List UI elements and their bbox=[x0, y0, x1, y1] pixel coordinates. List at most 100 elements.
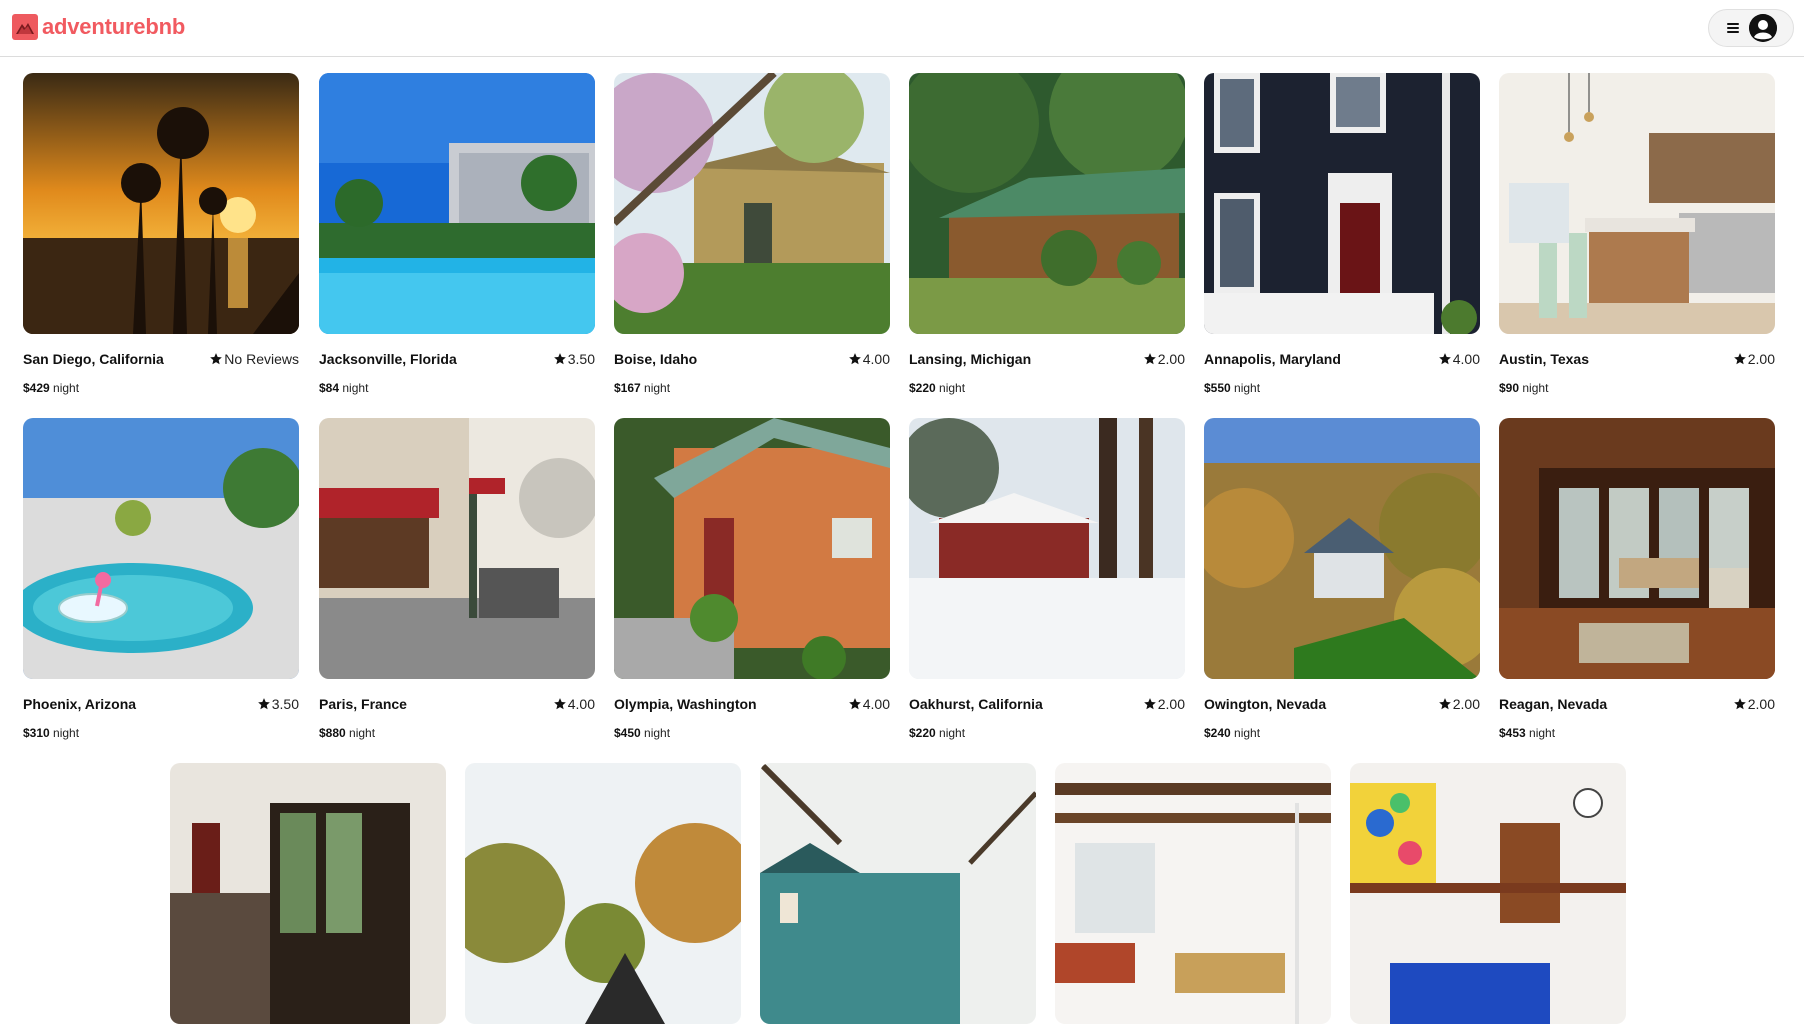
listing-card[interactable]: Olympia, Washington 4.00 $450 night bbox=[614, 418, 890, 740]
listing-card[interactable] bbox=[1055, 763, 1331, 1024]
hamburger-menu-icon bbox=[1727, 23, 1739, 33]
listing-photo[interactable] bbox=[319, 73, 595, 334]
listing-location[interactable]: Austin, Texas bbox=[1499, 351, 1589, 367]
listing-price-row: $450 night bbox=[614, 726, 890, 740]
listing-card[interactable]: Reagan, Nevada 2.00 $453 night bbox=[1499, 418, 1775, 740]
listing-price-row: $453 night bbox=[1499, 726, 1775, 740]
listing-location[interactable]: Lansing, Michigan bbox=[909, 351, 1031, 367]
user-menu-button[interactable] bbox=[1708, 9, 1794, 47]
listing-location[interactable]: Boise, Idaho bbox=[614, 351, 697, 367]
listing-rating: 4.00 bbox=[848, 351, 890, 367]
price-unit: night bbox=[644, 726, 671, 740]
listing-photo[interactable] bbox=[760, 763, 1036, 1024]
listing-rating: 3.50 bbox=[553, 351, 595, 367]
listing-price: $240 bbox=[1204, 726, 1231, 740]
brand-home-link[interactable]: adventurebnb bbox=[12, 14, 185, 40]
listing-photo[interactable] bbox=[614, 418, 890, 679]
listing-card[interactable]: Austin, Texas 2.00 $90 night bbox=[1499, 73, 1775, 395]
listing-rating: No Reviews bbox=[209, 351, 299, 367]
listing-header-row: Annapolis, Maryland 4.00 bbox=[1204, 350, 1480, 368]
top-nav-bar: adventurebnb bbox=[0, 0, 1804, 57]
listing-header-row: Lansing, Michigan 2.00 bbox=[909, 350, 1185, 368]
listing-rating: 2.00 bbox=[1438, 696, 1480, 712]
listing-card[interactable]: Annapolis, Maryland 4.00 $550 night bbox=[1204, 73, 1480, 395]
listing-card[interactable]: Paris, France 4.00 $880 night bbox=[319, 418, 595, 740]
listing-price-row: $310 night bbox=[23, 726, 299, 740]
listing-location[interactable]: Reagan, Nevada bbox=[1499, 696, 1607, 712]
listing-header-row: Reagan, Nevada 2.00 bbox=[1499, 695, 1775, 713]
listing-photo[interactable] bbox=[1204, 73, 1480, 334]
rating-value: 3.50 bbox=[271, 696, 299, 712]
listing-header-row: Paris, France 4.00 bbox=[319, 695, 595, 713]
rating-value: 4.00 bbox=[862, 696, 890, 712]
listing-card[interactable] bbox=[170, 763, 446, 1024]
listing-photo[interactable] bbox=[1204, 418, 1480, 679]
listing-photo[interactable] bbox=[23, 418, 299, 679]
price-unit: night bbox=[1234, 381, 1261, 395]
listing-location[interactable]: Phoenix, Arizona bbox=[23, 696, 136, 712]
listing-location[interactable]: Owington, Nevada bbox=[1204, 696, 1326, 712]
listing-photo[interactable] bbox=[1499, 418, 1775, 679]
listing-photo[interactable] bbox=[614, 73, 890, 334]
listing-header-row: Owington, Nevada 2.00 bbox=[1204, 695, 1480, 713]
listing-location[interactable]: Jacksonville, Florida bbox=[319, 351, 457, 367]
listing-card[interactable]: Owington, Nevada 2.00 $240 night bbox=[1204, 418, 1480, 740]
rating-value: 4.00 bbox=[862, 351, 890, 367]
listing-price: $450 bbox=[614, 726, 641, 740]
listing-photo[interactable] bbox=[170, 763, 446, 1024]
star-icon bbox=[210, 353, 223, 365]
listing-photo[interactable] bbox=[1055, 763, 1331, 1024]
listing-photo[interactable] bbox=[465, 763, 741, 1024]
listing-price: $880 bbox=[319, 726, 346, 740]
listing-photo[interactable] bbox=[319, 418, 595, 679]
listing-header-row: Boise, Idaho 4.00 bbox=[614, 350, 890, 368]
star-icon bbox=[1733, 698, 1746, 710]
star-icon bbox=[1733, 353, 1746, 365]
listing-photo[interactable] bbox=[909, 73, 1185, 334]
listing-card[interactable]: Lansing, Michigan 2.00 $220 night bbox=[909, 73, 1185, 395]
star-icon bbox=[848, 698, 861, 710]
listing-card[interactable] bbox=[465, 763, 741, 1024]
listing-photo[interactable] bbox=[23, 73, 299, 334]
listing-price: $220 bbox=[909, 381, 936, 395]
listing-card[interactable]: San Diego, California No Reviews $429 nigh… bbox=[23, 73, 299, 395]
listing-card[interactable] bbox=[760, 763, 1036, 1024]
price-unit: night bbox=[342, 381, 369, 395]
listing-header-row: San Diego, California No Reviews bbox=[23, 350, 299, 368]
listing-price: $550 bbox=[1204, 381, 1231, 395]
listing-rating: 2.00 bbox=[1143, 696, 1185, 712]
listing-location[interactable]: Oakhurst, California bbox=[909, 696, 1043, 712]
listing-location[interactable]: San Diego, California bbox=[23, 351, 164, 367]
rating-value: 2.00 bbox=[1747, 351, 1775, 367]
listing-photo[interactable] bbox=[1499, 73, 1775, 334]
user-avatar-icon bbox=[1749, 14, 1777, 42]
listing-location[interactable]: Annapolis, Maryland bbox=[1204, 351, 1341, 367]
star-icon bbox=[1438, 353, 1451, 365]
listing-price-row: $90 night bbox=[1499, 381, 1775, 395]
star-icon bbox=[257, 698, 270, 710]
listing-header-row: Austin, Texas 2.00 bbox=[1499, 350, 1775, 368]
price-unit: night bbox=[939, 381, 966, 395]
listing-photo[interactable] bbox=[1350, 763, 1626, 1024]
star-icon bbox=[553, 698, 566, 710]
listing-photo[interactable] bbox=[909, 418, 1185, 679]
rating-value: 2.00 bbox=[1452, 696, 1480, 712]
listing-location[interactable]: Olympia, Washington bbox=[614, 696, 757, 712]
listing-price-row: $220 night bbox=[909, 726, 1185, 740]
star-icon bbox=[553, 353, 566, 365]
listing-card[interactable] bbox=[1350, 763, 1626, 1024]
listing-card[interactable]: Jacksonville, Florida 3.50 $84 night bbox=[319, 73, 595, 395]
rating-value: 2.00 bbox=[1157, 351, 1185, 367]
rating-value: No Reviews bbox=[224, 351, 299, 367]
listing-rating: 4.00 bbox=[1438, 351, 1480, 367]
listing-header-row: Phoenix, Arizona 3.50 bbox=[23, 695, 299, 713]
listing-price: $453 bbox=[1499, 726, 1526, 740]
listing-card[interactable]: Oakhurst, California 2.00 $220 night bbox=[909, 418, 1185, 740]
listing-price-row: $550 night bbox=[1204, 381, 1480, 395]
listing-location[interactable]: Paris, France bbox=[319, 696, 407, 712]
listing-price-row: $84 night bbox=[319, 381, 595, 395]
listing-card[interactable]: Boise, Idaho 4.00 $167 night bbox=[614, 73, 890, 395]
listing-card[interactable]: Phoenix, Arizona 3.50 $310 night bbox=[23, 418, 299, 740]
listing-header-row: Oakhurst, California 2.00 bbox=[909, 695, 1185, 713]
listing-rating: 4.00 bbox=[848, 696, 890, 712]
